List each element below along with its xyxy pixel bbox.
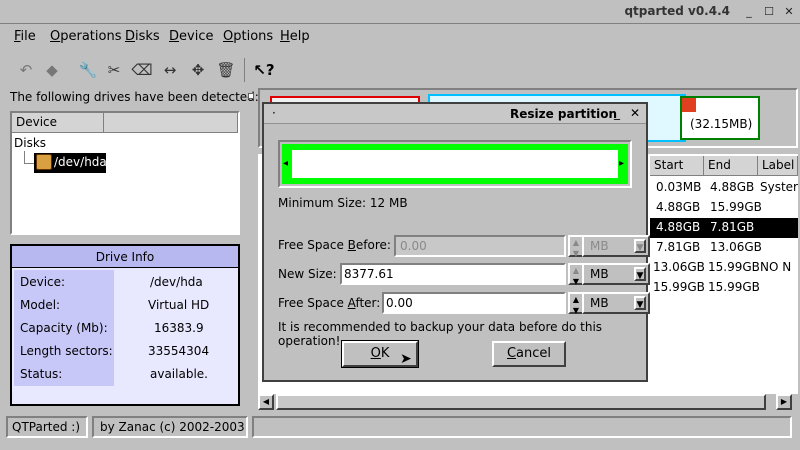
menu-help[interactable]: Help [280,29,310,44]
free-space-after-input[interactable]: 0.00 [382,292,566,314]
col-header-start[interactable]: Start [650,156,704,176]
tree-header-extra[interactable] [104,113,238,133]
status-empty [252,416,792,438]
col-header-end[interactable]: End [704,156,758,176]
whats-this-icon[interactable]: ↖? [252,58,276,82]
splitter-handle[interactable] [248,93,254,99]
drive-info-value: 16383.9 [154,321,204,335]
dialog-menu-icon[interactable]: · [272,106,276,120]
new-size-input[interactable]: 8377.61 [340,263,566,285]
free-space-before-input[interactable]: 0.00 [394,235,566,257]
tree-line [24,151,25,163]
menu-disks[interactable]: Disks [125,29,160,44]
free-space-after-unit[interactable]: MB ▼ [582,292,650,314]
table-row[interactable]: 13.06GB 15.99GB NO N [650,258,798,278]
drive-info-value: 33554304 [148,344,210,358]
dialog-minimize-button[interactable]: _ [614,106,620,120]
eraser-icon[interactable]: ⌫ [130,58,154,82]
minimum-size-label: Minimum Size: 12 MB [278,196,408,210]
mouse-pointer-icon: ➤ [400,351,412,367]
close-button[interactable]: ✕ [781,4,797,19]
drive-info-label: Model: [20,298,61,312]
resize-bar[interactable]: ◂ ▸ [282,144,628,184]
new-size-unit[interactable]: MB ▼ [582,263,650,285]
chevron-down-icon: ▼ [634,267,646,281]
trash-icon[interactable]: 🗑 [214,58,238,82]
resize-bar-frame: ◂ ▸ [278,140,632,188]
cancel-button[interactable]: Cancel [492,341,566,367]
free-space-before-unit[interactable]: MB ▼ [582,235,650,257]
col-header-label[interactable]: Label [758,156,798,176]
table-row[interactable]: 7.81GB 13.06GB [650,238,798,258]
toolbar-separator [244,58,245,82]
chevron-down-icon: ▼ [634,239,646,253]
drive-info-value: Virtual HD [148,298,210,312]
tree-header-device[interactable]: Device [12,113,104,133]
drive-info-title: Drive Info [12,246,238,268]
drive-info-panel: Drive Info Device: /dev/hda Model: Virtu… [10,244,240,406]
table-row-selected[interactable]: 4.88GB 7.81GB [650,218,798,238]
tree-item-hda[interactable]: /dev/hda [34,153,107,173]
table-row[interactable]: 0.03MB 4.88GB Syster [650,178,798,198]
scroll-thumb[interactable] [276,394,766,410]
resize-left-handle-icon[interactable]: ◂ [283,158,288,169]
resize-dialog: · Resize partition _ ✕ ◂ ▸ Minimum Size:… [262,102,650,382]
table-row[interactable]: 4.88GB 15.99GB [650,198,798,218]
resize-icon[interactable]: ↔ [158,58,182,82]
menu-operations[interactable]: Operations [50,29,121,44]
menu-device[interactable]: Device [169,29,213,44]
dialog-close-button[interactable]: ✕ [630,106,640,120]
device-tree[interactable]: Device Disks /dev/hda [10,111,240,235]
window-title: qtparted v0.4.4 [624,4,730,18]
drives-detected-label: The following drives have been detected: [10,90,259,104]
redo-icon[interactable]: ◆ [40,58,64,82]
drive-info-label: Length sectors: [20,344,113,358]
toolbar: ↶ ◆ 🔧 ✂ ⌫ ↔ ✥ 🗑 ↖? [4,56,796,84]
drive-info-value: available. [150,367,208,381]
resize-right-handle-icon[interactable]: ▸ [619,158,624,169]
undo-icon[interactable]: ↶ [14,58,38,82]
maximize-button[interactable]: ☐ [761,4,777,19]
drive-info-label: Capacity (Mb): [20,321,108,335]
horizontal-scrollbar[interactable]: ◀ ▶ [258,394,798,410]
drive-info-value: /dev/hda [150,275,203,289]
status-app: QTParted :) [6,416,88,438]
scroll-left-icon[interactable]: ◀ [258,394,274,410]
new-size-label: New Size: [278,267,337,281]
drive-info-label: Device: [20,275,66,289]
tree-root-disks[interactable]: Disks [14,136,46,150]
dialog-title-bar: · Resize partition _ ✕ [264,104,646,124]
harddisk-icon [36,154,52,170]
menu-options[interactable]: Options [223,29,273,44]
free-space-after-label: Free Space After: [278,296,381,310]
title-bar: qtparted v0.4.4 _ ☐ ✕ [0,0,800,24]
disk-map-partition-last[interactable]: (32.15MB) [680,96,760,140]
drive-info-label: Status: [20,367,63,381]
resize-bar-white [292,150,618,178]
windows-flag-icon [682,98,696,112]
scroll-right-icon[interactable]: ▶ [776,394,792,410]
minimize-button[interactable]: _ [741,4,757,19]
chevron-down-icon: ▼ [634,296,646,310]
table-row[interactable]: 15.99GB 15.99GB [650,278,798,298]
backup-warning: It is recommended to backup your data be… [278,320,603,348]
status-credits: by Zanac (c) 2002-2003 [92,416,248,438]
tree-line [24,163,34,164]
format-icon[interactable]: ✂ [102,58,126,82]
move-icon[interactable]: ✥ [186,58,210,82]
free-space-before-label: Free Space Before: [278,238,391,252]
menu-file[interactable]: File [14,29,36,44]
dialog-title: Resize partition [510,107,618,121]
wrench-icon[interactable]: 🔧 [76,58,100,82]
